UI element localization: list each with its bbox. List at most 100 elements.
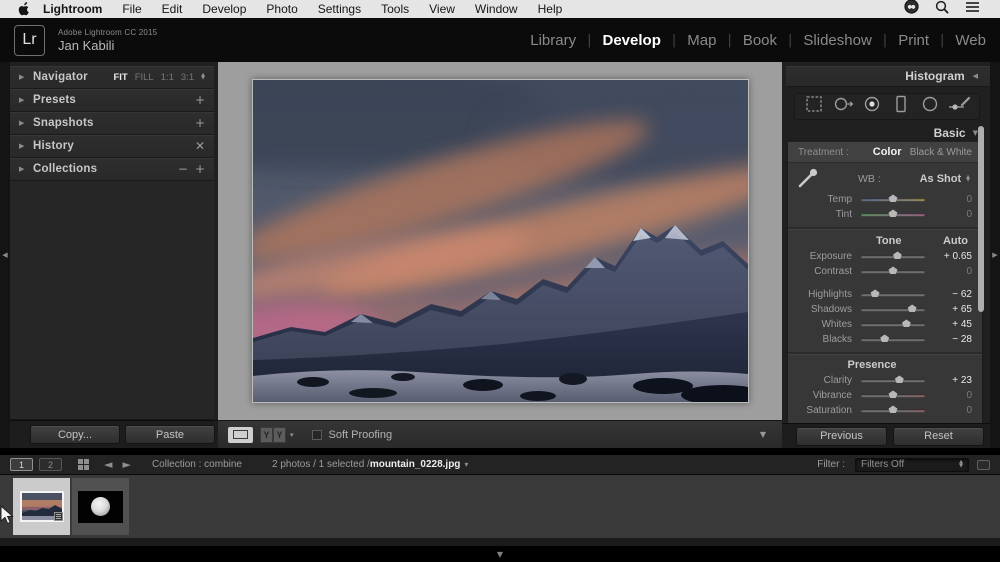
reset-button[interactable]: Reset [893,427,984,446]
disclosure-triangle-icon[interactable]: ▶ [19,165,33,173]
grid-view-icon[interactable] [78,459,89,470]
histogram-collapse-icon[interactable]: ◀ [973,72,978,80]
adjustment-brush-icon[interactable] [947,94,973,119]
left-panel-collapse-strip[interactable]: ◀ [0,62,10,448]
slider-thumb[interactable] [889,390,898,398]
slider-track[interactable] [861,338,925,341]
disclosure-triangle-icon[interactable]: ▶ [19,142,33,150]
right-panel-collapse-strip[interactable]: ▶ [990,62,1000,448]
slider-track[interactable] [861,323,925,326]
add-preset-icon[interactable]: + [195,94,205,106]
zoom-fill[interactable]: FILL [135,72,154,83]
slider-thumb[interactable] [895,375,904,383]
red-eye-icon[interactable] [860,94,884,119]
thumbnail-unselected[interactable] [72,478,129,535]
menu-item-window[interactable]: Window [465,0,528,18]
previous-button[interactable]: Previous [796,427,887,446]
slider-track[interactable] [861,379,925,382]
wb-value-dropdown[interactable]: As Shot ▲▼ [920,173,970,185]
slider-thumb[interactable] [889,266,898,274]
adjustment-badge-icon[interactable] [54,512,63,521]
soft-proofing-label[interactable]: Soft Proofing [329,429,393,441]
panel-header-histogram[interactable]: Histogram ◀ [786,66,990,87]
zoom-3-1[interactable]: 3:1 [181,72,194,83]
disclosure-triangle-icon[interactable]: ▶ [19,119,33,127]
toolbar-options-dropdown-icon[interactable]: ▼ [760,430,772,439]
collection-source-label[interactable]: Collection : combine [152,459,242,470]
filter-lock-icon[interactable] [977,460,990,470]
module-develop[interactable]: Develop [603,32,661,49]
panel-header-history[interactable]: ▶ History ✕ [10,135,214,158]
auto-tone-button[interactable]: Auto [943,235,968,247]
slider-track[interactable] [861,394,925,397]
menu-item-view[interactable]: View [419,0,465,18]
slider-thumb[interactable] [880,334,889,342]
before-after-dropdown-icon[interactable]: ▾ [290,431,294,439]
slider-value[interactable]: 0 [934,390,972,401]
add-collection-icon[interactable]: + [195,163,205,175]
loupe-view-icon[interactable] [228,427,253,443]
menu-item-photo[interactable]: Photo [256,0,307,18]
menu-item-tools[interactable]: Tools [371,0,419,18]
expand-right-icon[interactable]: ▶ [992,251,997,259]
slider-thumb[interactable] [908,304,917,312]
slider-value[interactable]: 0 [934,266,972,277]
module-print[interactable]: Print [898,32,929,49]
soft-proofing-checkbox[interactable] [312,430,322,440]
menu-item-edit[interactable]: Edit [152,0,193,18]
paste-button[interactable]: Paste [125,425,215,444]
menu-item-help[interactable]: Help [528,0,573,18]
slider-thumb[interactable] [902,319,911,327]
menu-item-file[interactable]: File [112,0,151,18]
slider-value[interactable]: + 0.65 [934,251,972,262]
slider-value[interactable]: − 28 [934,334,972,345]
remove-collection-icon[interactable]: − [178,163,188,175]
panel-header-presets[interactable]: ▶ Presets + [10,89,214,112]
slider-thumb[interactable] [893,251,902,259]
go-forward-icon[interactable]: ► [117,458,135,471]
copy-button[interactable]: Copy... [30,425,120,444]
zoom-updown-icon[interactable]: ▲▼ [201,74,205,81]
graduated-filter-icon[interactable] [889,94,913,119]
slider-track[interactable] [861,308,925,311]
before-after-right-icon[interactable]: Y [273,427,286,443]
add-snapshot-icon[interactable]: + [195,117,205,129]
slider-thumb[interactable] [889,209,898,217]
panel-header-snapshots[interactable]: ▶ Snapshots + [10,112,214,135]
treatment-bw-option[interactable]: Black & White [910,147,972,158]
slider-track[interactable] [861,270,925,273]
before-after-left-icon[interactable]: Y [260,427,273,443]
clear-history-icon[interactable]: ✕ [195,140,205,152]
slider-value[interactable]: + 65 [934,304,972,315]
slider-value[interactable]: − 62 [934,289,972,300]
collapse-left-icon[interactable]: ◀ [2,251,7,259]
menu-item-settings[interactable]: Settings [308,0,371,18]
apple-icon[interactable] [18,2,31,17]
eyedropper-icon[interactable] [796,165,822,194]
slider-value[interactable]: 0 [934,194,972,205]
list-menu-icon[interactable] [965,0,980,18]
module-book[interactable]: Book [743,32,777,49]
slider-value[interactable]: 0 [934,209,972,220]
panel-header-navigator[interactable]: ▶ Navigator FIT FILL 1:1 3:1 ▲▼ [10,66,214,89]
module-map[interactable]: Map [687,32,716,49]
panel-header-basic[interactable]: Basic ▼ [786,124,990,141]
slider-track[interactable] [861,409,925,412]
slider-thumb[interactable] [889,194,898,202]
go-back-icon[interactable]: ◄ [99,458,117,471]
zoom-1-1[interactable]: 1:1 [161,72,174,83]
module-web[interactable]: Web [955,32,986,49]
filmstrip-hide-icon[interactable]: ▼ [497,550,503,559]
thumbnail-moon-photo[interactable] [78,491,123,523]
right-panel-scrollbar[interactable] [978,126,984,312]
slider-thumb[interactable] [889,405,898,413]
radial-filter-icon[interactable] [918,94,942,119]
menu-item-lightroom[interactable]: Lightroom [39,0,112,18]
disclosure-triangle-icon[interactable]: ▶ [19,73,33,81]
slider-track[interactable] [861,255,925,258]
thumbnail-selected[interactable] [13,478,70,535]
slider-value[interactable]: + 45 [934,319,972,330]
spot-removal-icon[interactable] [831,94,855,119]
slider-value[interactable]: + 23 [934,375,972,386]
crop-overlay-icon[interactable] [802,94,826,119]
